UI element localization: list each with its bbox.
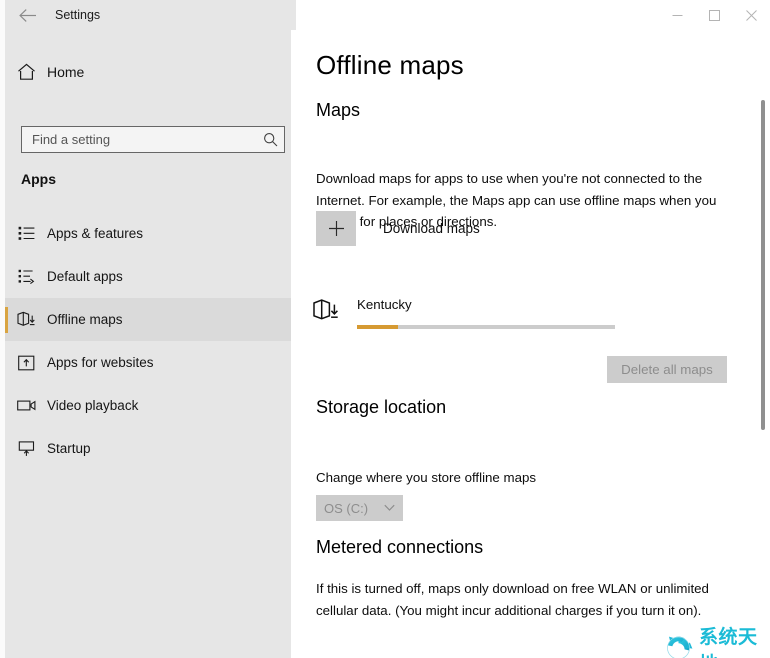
sidebar-item-label: Apps for websites: [47, 355, 154, 370]
download-maps-row[interactable]: Download maps: [316, 211, 480, 246]
title-bar: Settings: [5, 0, 770, 30]
window-controls: [659, 0, 770, 30]
storage-location-value: OS (C:): [324, 500, 369, 516]
video-camera-icon: [5, 399, 47, 412]
sidebar-item-default-apps[interactable]: Default apps: [5, 255, 291, 298]
sidebar-item-label: Apps & features: [47, 226, 144, 241]
section-heading-maps: Maps: [316, 100, 361, 120]
downloading-map-name: Kentucky: [357, 297, 412, 312]
search-box[interactable]: [21, 126, 285, 153]
search-input[interactable]: [22, 127, 256, 152]
search-icon[interactable]: [256, 132, 284, 147]
sidebar-item-offline-maps[interactable]: Offline maps: [5, 298, 291, 341]
sidebar-item-home[interactable]: Home: [5, 55, 291, 89]
sidebar-nav-list: Apps & features Default apps Offline map…: [5, 212, 291, 470]
chevron-down-icon: [384, 504, 395, 512]
watermark-text: 系统天地: [699, 626, 758, 658]
sidebar: Home Apps: [5, 30, 291, 658]
monitor-up-icon: [5, 440, 47, 457]
list-arrow-icon: [5, 269, 47, 284]
close-icon[interactable]: [733, 0, 770, 30]
sidebar-item-apps-for-websites[interactable]: Apps for websites: [5, 341, 291, 384]
selection-indicator: [5, 307, 8, 333]
sidebar-item-label: Default apps: [47, 269, 123, 284]
main-content: Offline maps Maps Download maps for apps…: [291, 30, 770, 658]
settings-window: Settings Home Find a setting Apps Apps &…: [0, 0, 770, 658]
section-heading-storage-location: Storage location: [316, 397, 447, 417]
watermark: 系统天地: [663, 622, 770, 658]
back-arrow-icon[interactable]: [13, 3, 43, 27]
sidebar-item-video-playback[interactable]: Video playback: [5, 384, 291, 427]
window-arrow-icon: [5, 355, 47, 371]
home-icon: [5, 63, 47, 81]
section-heading-metered-connections: Metered connections: [316, 537, 484, 557]
content-scrollbar[interactable]: [756, 30, 770, 658]
plus-icon[interactable]: [316, 211, 356, 246]
page-title: Offline maps: [316, 50, 464, 80]
download-progress-bar: [357, 325, 615, 329]
sidebar-item-apps-and-features[interactable]: Apps & features: [5, 212, 291, 255]
storage-location-dropdown[interactable]: OS (C:): [316, 495, 403, 521]
maximize-icon[interactable]: [696, 0, 733, 30]
download-maps-label: Download maps: [383, 221, 480, 236]
metered-connections-description: If this is turned off, maps only downloa…: [316, 581, 709, 618]
globe-refresh-icon: [663, 632, 694, 658]
sidebar-group-title: Apps: [21, 171, 56, 187]
minimize-icon[interactable]: [659, 0, 696, 30]
map-download-icon: [313, 298, 340, 328]
window-title: Settings: [55, 8, 101, 22]
map-download-icon: [5, 311, 47, 328]
sidebar-item-label: Startup: [47, 441, 91, 456]
delete-all-maps-button[interactable]: Delete all maps: [607, 356, 727, 383]
scrollbar-thumb[interactable]: [761, 100, 765, 430]
storage-location-description: Change where you store offline maps: [316, 470, 537, 485]
download-progress-fill: [357, 325, 399, 329]
list-icon: [5, 226, 47, 241]
sidebar-item-label: Video playback: [47, 398, 139, 413]
sidebar-item-label: Offline maps: [47, 312, 123, 327]
sidebar-item-startup[interactable]: Startup: [5, 427, 291, 470]
sidebar-home-label: Home: [47, 64, 85, 80]
